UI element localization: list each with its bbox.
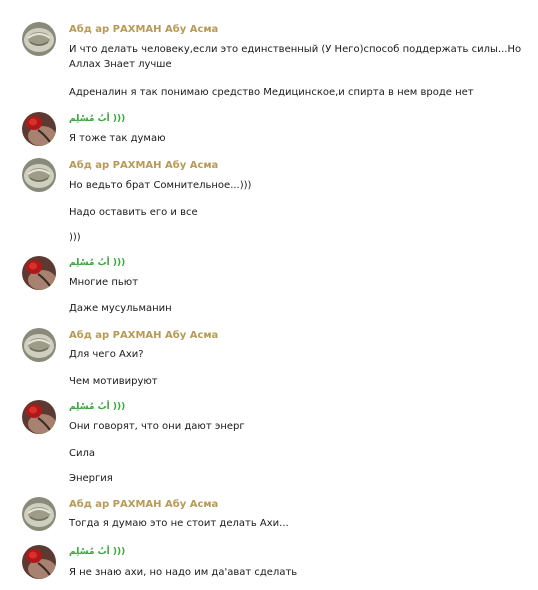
message-text: Даже мусульманин bbox=[69, 303, 172, 314]
message-author[interactable]: Абд ар РАХМАН Абу Асма bbox=[69, 160, 218, 172]
message-text: Многие пьют bbox=[69, 277, 139, 288]
message-author[interactable]: Абд ар РАХМАН Абу Асма bbox=[69, 24, 218, 36]
message-text: Энергия bbox=[69, 473, 113, 484]
message-author[interactable]: Абд ар РАХМАН Абу Асма bbox=[69, 499, 218, 511]
message-text: Надо оставить его и все bbox=[69, 207, 198, 218]
message-author[interactable]: Абд ар РАХМАН Абу Асма bbox=[69, 330, 218, 342]
message-text: И что делать человеку,если это единствен… bbox=[69, 44, 522, 70]
message-text: Адреналин я так понимаю средство Медицин… bbox=[69, 87, 474, 98]
chat-history: Абд ар РАХМАН Абу Асма И что делать чело… bbox=[0, 0, 538, 590]
message-text: Чем мотивируют bbox=[69, 376, 158, 387]
rose-avatar-icon[interactable] bbox=[22, 112, 56, 146]
message-text: Тогда я думаю это не стоит делать Ахи... bbox=[69, 518, 289, 529]
message-text: Они говорят, что они дают энерг bbox=[69, 421, 245, 432]
message-text: Я не знаю ахи, но надо им да'ават сделат… bbox=[69, 567, 298, 578]
cap-avatar-icon[interactable] bbox=[22, 497, 56, 531]
message-author[interactable]: أبُ مُسْلِم ))) bbox=[69, 401, 125, 413]
message-author[interactable]: أبُ مُسْلِم ))) bbox=[69, 113, 125, 125]
message-text: ))) bbox=[69, 232, 81, 243]
message-text: Сила bbox=[69, 448, 96, 459]
rose-avatar-icon[interactable] bbox=[22, 545, 56, 579]
message-author[interactable]: أبُ مُسْلِم ))) bbox=[69, 546, 125, 558]
message-text: Но ведьто брат Сомнительное...))) bbox=[69, 180, 252, 191]
message-text: Я тоже так думаю bbox=[69, 133, 166, 144]
message-author[interactable]: أبُ مُسْلِم ))) bbox=[69, 257, 125, 269]
cap-avatar-icon[interactable] bbox=[22, 328, 56, 362]
message-text: Для чего Ахи? bbox=[69, 349, 144, 360]
rose-avatar-icon[interactable] bbox=[22, 256, 56, 290]
cap-avatar-icon[interactable] bbox=[22, 22, 56, 56]
rose-avatar-icon[interactable] bbox=[22, 400, 56, 434]
cap-avatar-icon[interactable] bbox=[22, 158, 56, 192]
